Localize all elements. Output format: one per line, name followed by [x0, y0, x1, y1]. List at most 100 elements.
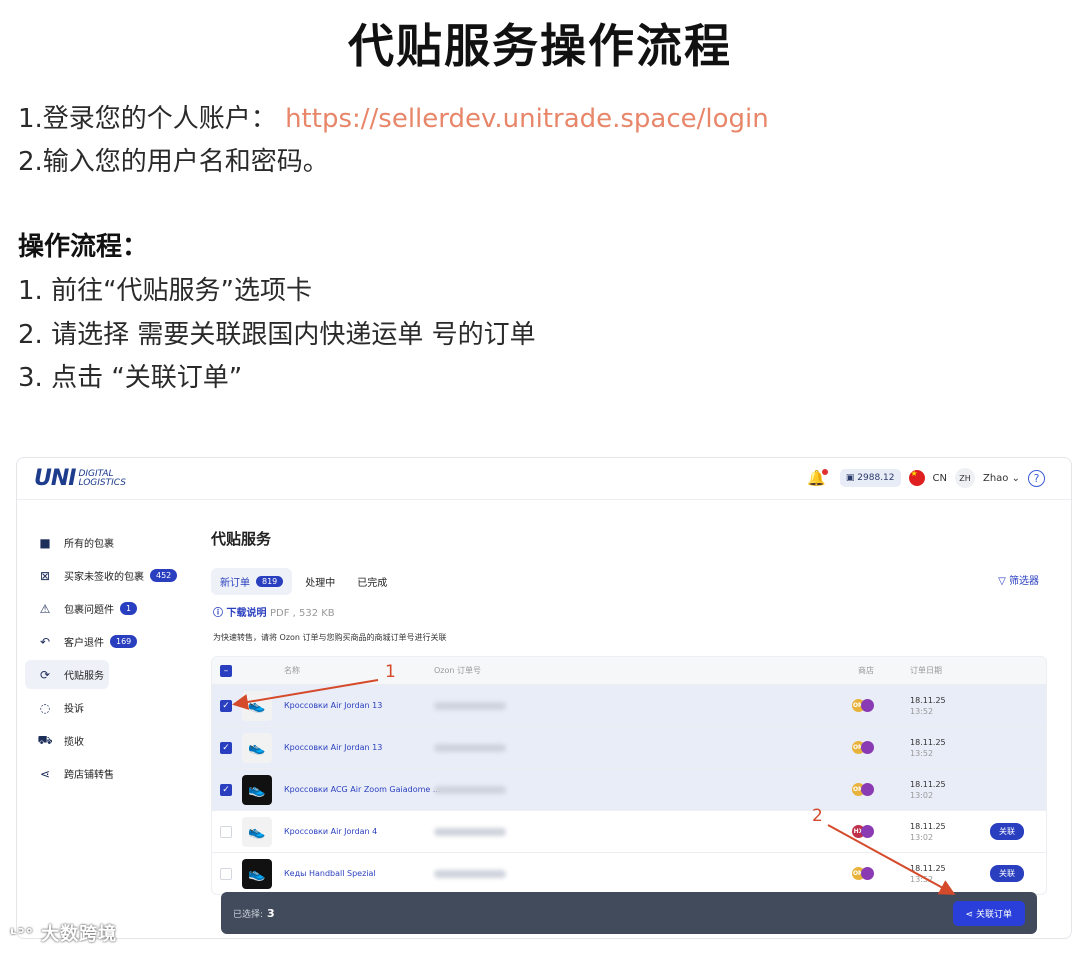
document-title: 代贴服务操作流程 [348, 19, 732, 73]
share-icon: ⋖ [965, 910, 974, 920]
row-checkbox[interactable]: ✓ [220, 741, 232, 754]
table-row[interactable]: ✓ 👟 Кроссовки Air Jordan 13 OM 18.11.25 1… [212, 726, 1046, 768]
product-name[interactable]: Кроссовки Air Jordan 13 [284, 743, 382, 752]
link-order-button[interactable]: 关联 [990, 823, 1024, 840]
tab-label: 新订单 [220, 578, 250, 589]
sidebar-item-label: 跨店铺转售 [64, 770, 114, 781]
annotation-2: 2 [812, 806, 823, 826]
download-instructions[interactable]: ⓘ 下载说明 PDF , 532 KB [213, 604, 335, 619]
table-row[interactable]: 👟 Кеды Handball Spezial OM 18.11.25 13:52… [212, 852, 1046, 894]
column-order-date: 订单日期 [910, 666, 942, 675]
store-dot [861, 699, 874, 712]
filter-button[interactable]: ▽ 筛选器 [998, 572, 1039, 587]
sidebar-item-label: 代贴服务 [64, 671, 104, 682]
sidebar-item-all-parcels[interactable]: ■ 所有的包裹 [25, 528, 205, 557]
table-row[interactable]: 👟 Кроссовки Air Jordan 4 HX 18.11.25 13:0… [212, 810, 1046, 852]
watermark-text: 大数跨境 [41, 924, 118, 945]
app-screenshot: UNI DIGITAL LOGISTICS 🔔 ▣ 2988.12 CN ZH … [16, 457, 1072, 939]
info-icon: ⓘ [213, 608, 223, 619]
sidebar-item-problem-parcels[interactable]: ⚠ 包裹问题件 1 [25, 594, 205, 623]
select-all-checkbox[interactable]: – [220, 664, 232, 677]
row-checkbox[interactable]: ✓ [220, 783, 232, 796]
china-flag-icon[interactable] [908, 469, 925, 486]
tab-label: 已完成 [357, 578, 388, 589]
row-checkbox[interactable] [220, 867, 232, 880]
table-row[interactable]: ✓ 👟 Кроссовки ACG Air Zoom Gaiadome ... … [212, 768, 1046, 810]
logo[interactable]: UNI DIGITAL LOGISTICS [34, 466, 126, 491]
help-icon[interactable]: ? [1028, 469, 1045, 487]
filter-label: 筛选器 [1009, 576, 1039, 587]
logo-sub-line2: LOGISTICS [78, 477, 126, 488]
ozon-order-number-blurred [434, 785, 506, 794]
filter-icon: ▽ [998, 576, 1006, 587]
table-header: – 名称 Ozon 订单号 商店 订单日期 [212, 657, 1046, 684]
order-time: 13:02 [910, 832, 934, 842]
cycle-icon: ⟳ [39, 667, 51, 682]
sidebar-item-returns[interactable]: ↶ 客户退件 169 [25, 627, 205, 656]
login-url-link[interactable]: https://sellerdev.unitrade.space/login [285, 104, 769, 134]
count-badge: 452 [150, 569, 178, 582]
truck-icon: ⛟ [37, 732, 53, 747]
product-name[interactable]: Кеды Handball Spezial [284, 869, 376, 878]
row-checkbox[interactable] [220, 825, 232, 838]
order-date: 18.11.25 13:52 [910, 863, 946, 885]
store-badge: OM [852, 699, 874, 712]
order-date-value: 18.11.25 [910, 863, 946, 873]
ozon-order-number-blurred [434, 743, 506, 752]
balance-badge[interactable]: ▣ 2988.12 [839, 469, 901, 487]
product-thumbnail: 👟 [242, 732, 272, 763]
product-thumbnail: 👟 [242, 858, 272, 889]
bell-icon[interactable]: 🔔 [807, 469, 828, 487]
logo-sub: DIGITAL LOGISTICS [78, 469, 126, 488]
table-row[interactable]: ✓ 👟 Кроссовки Air Jordan 13 OM 18.11.25 1… [212, 684, 1046, 726]
tab-processing[interactable]: 处理中 [296, 568, 344, 595]
sidebar-item-unreceived[interactable]: ⊠ 买家未签收的包裹 452 [25, 561, 205, 590]
order-date-value: 18.11.25 [910, 695, 946, 705]
chevron-down-icon: ⌄ [1011, 472, 1020, 484]
sidebar-item-label: 买家未签收的包裹 [64, 572, 144, 583]
product-thumbnail: 👟 [242, 774, 272, 805]
product-name[interactable]: Кроссовки Air Jordan 4 [284, 827, 377, 836]
download-meta: PDF , 532 KB [269, 608, 335, 619]
order-time: 13:52 [910, 706, 934, 716]
count-badge: 169 [110, 635, 138, 648]
balance-value: 2988.12 [857, 473, 895, 483]
watermark: ᶫᐣᐤ 大数跨境 [10, 920, 117, 946]
sidebar-item-complaints[interactable]: ◌ 投诉 [25, 693, 205, 722]
sidebar-item-label-service[interactable]: ⟳ 代贴服务 [25, 660, 109, 689]
tab-new-orders[interactable]: 新订单 819 [211, 568, 293, 595]
procedure-step-3: 3. 点击 “关联订单” [18, 363, 243, 393]
login-text: 1.登录您的个人账户： [18, 104, 277, 134]
language-label[interactable]: CN [933, 473, 947, 484]
row-checkbox[interactable]: ✓ [220, 699, 232, 712]
sidebar-item-label: 客户退件 [64, 638, 104, 649]
link-order-button[interactable]: 关联 [990, 865, 1024, 882]
step-login: 1.登录您的个人账户： https://sellerdev.unitrade.s… [18, 98, 769, 135]
column-ozon-order: Ozon 订单号 [434, 666, 482, 675]
tab-count: 819 [256, 576, 284, 587]
order-time: 13:52 [910, 874, 934, 884]
procedure-step-2: 2. 请选择 需要关联跟国内快递运单 号的订单 [18, 320, 536, 350]
user-menu[interactable]: Zhao ⌄ [983, 473, 1020, 484]
count-badge: 1 [120, 602, 138, 615]
product-name[interactable]: Кроссовки Air Jordan 13 [284, 701, 382, 710]
hint-text: 为快速转售，请将 Ozon 订单与您购买商品的商城订单号进行关联 [213, 633, 447, 642]
column-name: 名称 [284, 666, 300, 675]
product-name[interactable]: Кроссовки ACG Air Zoom Gaiadome ... [284, 785, 441, 794]
ozon-order-number-blurred [434, 701, 506, 710]
sidebar: ■ 所有的包裹 ⊠ 买家未签收的包裹 452 ⚠ 包裹问题件 1 ↶ 客户退件 … [25, 528, 205, 792]
notification-dot [821, 469, 828, 475]
store-dot [861, 867, 874, 880]
sidebar-item-pickup[interactable]: ⛟ 揽收 [25, 726, 205, 755]
avatar[interactable]: ZH [954, 468, 975, 488]
sidebar-item-resale[interactable]: ⋖ 跨店铺转售 [25, 759, 205, 788]
top-right-controls: 🔔 ▣ 2988.12 CN ZH Zhao ⌄ ? [807, 468, 1045, 488]
tab-label: 处理中 [305, 578, 336, 589]
top-bar: UNI DIGITAL LOGISTICS 🔔 ▣ 2988.12 CN ZH … [17, 458, 1071, 500]
link-orders-button[interactable]: ⋖ 关联订单 [952, 901, 1025, 926]
tab-completed[interactable]: 已完成 [348, 568, 396, 595]
orders-table: – 名称 Ozon 订单号 商店 订单日期 ✓ 👟 Кроссовки Air … [211, 656, 1047, 895]
store-badge: OM [852, 867, 874, 880]
sidebar-item-label: 包裹问题件 [64, 605, 114, 616]
product-thumbnail: 👟 [242, 690, 272, 721]
